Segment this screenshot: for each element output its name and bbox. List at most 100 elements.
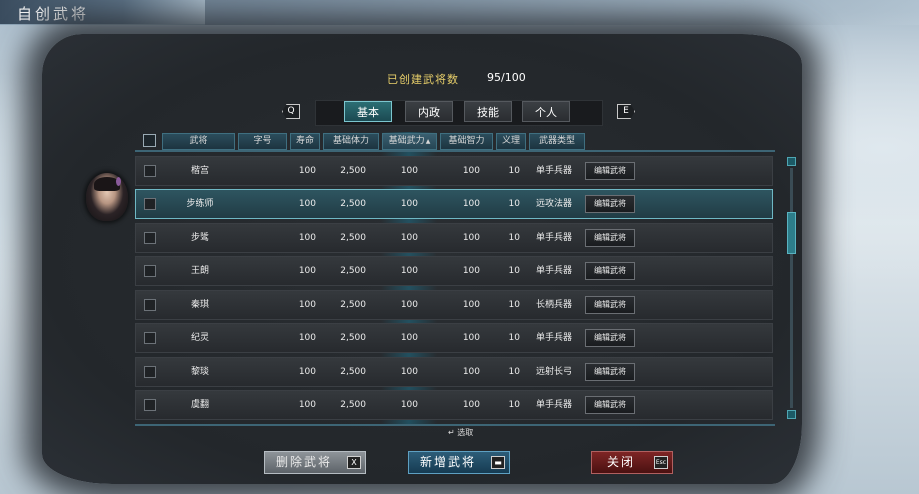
column-header-style-name[interactable]: 字号 <box>238 133 287 150</box>
column-header-base-hp[interactable]: 基础体力 <box>323 133 379 150</box>
close-button[interactable]: 关闭 Esc <box>591 451 673 474</box>
officer-life: 100 <box>298 400 316 410</box>
officer-base-hp: 2,500 <box>340 400 366 410</box>
officer-weapon-type: 远攻法器 <box>536 199 573 209</box>
officer-base-int: 100 <box>462 266 480 276</box>
officer-base-hp: 2,500 <box>340 199 366 209</box>
created-count-label: 已创建武将数 <box>387 73 459 86</box>
column-header-name[interactable]: 武将 <box>162 133 235 150</box>
officer-weapon-type: 单手兵器 <box>536 166 573 176</box>
officer-name: 步练师 <box>186 199 214 209</box>
select-all-checkbox[interactable] <box>143 134 156 147</box>
row-checkbox[interactable] <box>144 198 156 210</box>
officer-weapon-type: 单手兵器 <box>536 333 573 343</box>
column-header-base-int[interactable]: 基础智力 <box>440 133 493 150</box>
scroll-down-button[interactable] <box>787 410 796 419</box>
table-row[interactable]: 楷宫 100 2,500 100 100 10 单手兵器 编辑武将 <box>135 156 773 186</box>
column-header-loyalty[interactable]: 义理 <box>496 133 526 150</box>
officer-weapon-type: 单手兵器 <box>536 400 573 410</box>
row-checkbox[interactable] <box>144 299 156 311</box>
edit-officer-button[interactable]: 编辑武将 <box>585 229 635 247</box>
officer-loyalty: 10 <box>508 266 520 276</box>
delete-officer-button[interactable]: 删除武将 X <box>264 451 366 474</box>
top-band <box>205 0 919 25</box>
column-header-weapon-type[interactable]: 武器类型 <box>529 133 585 150</box>
table-row[interactable]: 步骘 100 2,500 100 100 10 单手兵器 编辑武将 <box>135 223 773 253</box>
officer-loyalty: 10 <box>508 166 520 176</box>
table-row[interactable]: 黎琰 100 2,500 100 100 10 远射长弓 编辑武将 <box>135 357 773 387</box>
officer-name: 步骘 <box>190 233 209 243</box>
officer-name: 黎琰 <box>190 367 209 377</box>
add-officer-label: 新增武将 <box>419 455 476 469</box>
officer-weapon-type: 远射长弓 <box>536 367 573 377</box>
officer-life: 100 <box>298 199 316 209</box>
officer-base-int: 100 <box>462 166 480 176</box>
scroll-thumb[interactable] <box>787 212 796 254</box>
table-row[interactable]: 王朗 100 2,500 100 100 10 单手兵器 编辑武将 <box>135 256 773 286</box>
header-divider <box>135 150 775 152</box>
officer-life: 100 <box>298 333 316 343</box>
column-header-base-atk-label: 基础武力 <box>388 136 425 146</box>
edit-officer-button[interactable]: 编辑武将 <box>585 262 635 280</box>
window-title: 自创武将 <box>17 5 90 23</box>
window-titlebar: 自创武将 <box>0 0 205 25</box>
officer-base-atk: 100 <box>400 166 418 176</box>
officer-name: 虞翻 <box>190 400 209 410</box>
officer-loyalty: 10 <box>508 333 520 343</box>
tab-personal[interactable]: 个人 <box>522 101 570 122</box>
officer-name: 楷宫 <box>190 166 209 176</box>
officer-name: 秦琪 <box>190 300 209 310</box>
edit-officer-button[interactable]: 编辑武将 <box>585 363 635 381</box>
add-officer-button[interactable]: 新增武将 ▬ <box>408 451 510 474</box>
table-row[interactable]: 纪灵 100 2,500 100 100 10 单手兵器 编辑武将 <box>135 323 773 353</box>
edit-officer-button[interactable]: 编辑武将 <box>585 195 635 213</box>
edit-officer-button[interactable]: 编辑武将 <box>585 296 635 314</box>
row-checkbox[interactable] <box>144 265 156 277</box>
officer-life: 100 <box>298 300 316 310</box>
officer-base-hp: 2,500 <box>340 233 366 243</box>
tab-domestic[interactable]: 内政 <box>405 101 453 122</box>
scroll-track[interactable] <box>790 168 793 408</box>
officer-life: 100 <box>298 266 316 276</box>
column-header-base-atk[interactable]: 基础武力▲ <box>382 133 437 150</box>
sort-arrow-icon: ▲ <box>425 138 431 145</box>
edit-officer-button[interactable]: 编辑武将 <box>585 329 635 347</box>
officer-base-atk: 100 <box>400 300 418 310</box>
officer-loyalty: 10 <box>508 300 520 310</box>
table-row[interactable]: 秦琪 100 2,500 100 100 10 长柄兵器 编辑武将 <box>135 290 773 320</box>
officer-weapon-type: 单手兵器 <box>536 266 573 276</box>
row-checkbox[interactable] <box>144 232 156 244</box>
column-header-life[interactable]: 寿命 <box>290 133 320 150</box>
officer-loyalty: 10 <box>508 367 520 377</box>
officer-base-atk: 100 <box>400 333 418 343</box>
edit-officer-button[interactable]: 编辑武将 <box>585 396 635 414</box>
row-checkbox[interactable] <box>144 332 156 344</box>
row-checkbox[interactable] <box>144 366 156 378</box>
officer-loyalty: 10 <box>508 233 520 243</box>
selected-officer-avatar <box>86 173 128 221</box>
footer-divider <box>135 424 775 426</box>
officer-loyalty: 10 <box>508 400 520 410</box>
officer-life: 100 <box>298 233 316 243</box>
delete-officer-label: 删除武将 <box>275 455 332 469</box>
officer-life: 100 <box>298 367 316 377</box>
tab-skills[interactable]: 技能 <box>464 101 512 122</box>
row-checkbox[interactable] <box>144 165 156 177</box>
officer-base-int: 100 <box>462 300 480 310</box>
officer-base-atk: 100 <box>400 266 418 276</box>
scroll-up-button[interactable] <box>787 157 796 166</box>
officer-base-hp: 2,500 <box>340 300 366 310</box>
officer-base-int: 100 <box>462 367 480 377</box>
officer-base-hp: 2,500 <box>340 266 366 276</box>
table-row-selected[interactable]: 步练师 100 2,500 100 100 10 远攻法器 编辑武将 <box>135 189 773 219</box>
officer-name: 王朗 <box>190 266 209 276</box>
officer-base-atk: 100 <box>400 400 418 410</box>
officer-base-int: 100 <box>462 333 480 343</box>
tab-basic[interactable]: 基本 <box>344 101 392 122</box>
row-checkbox[interactable] <box>144 399 156 411</box>
table-row[interactable]: 虞翻 100 2,500 100 100 10 单手兵器 编辑武将 <box>135 390 773 420</box>
officer-name: 纪灵 <box>190 333 209 343</box>
officer-weapon-type: 单手兵器 <box>536 233 573 243</box>
edit-officer-button[interactable]: 编辑武将 <box>585 162 635 180</box>
officer-base-hp: 2,500 <box>340 367 366 377</box>
